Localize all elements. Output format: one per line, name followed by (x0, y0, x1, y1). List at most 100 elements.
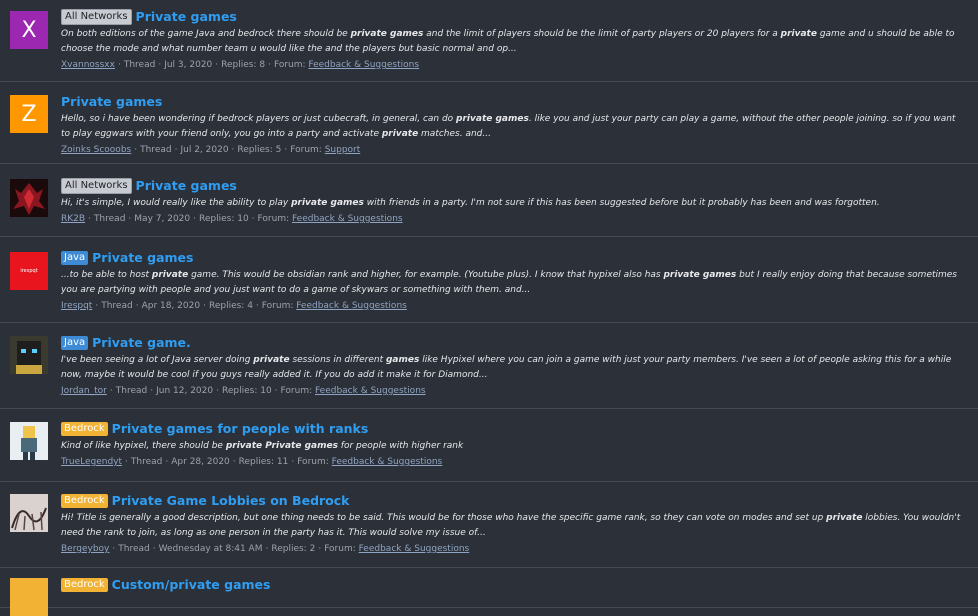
forum-prefix: Forum: (280, 386, 315, 396)
snippet-text: matches. and... (418, 129, 491, 139)
prefix-badge[interactable]: Bedrock (61, 494, 108, 508)
author-link[interactable]: TrueLegendyt (61, 457, 122, 467)
author-avatar[interactable]: Z (10, 95, 48, 133)
meta-separator: · (150, 386, 154, 396)
result-meta: Xvannossxx · Thread · Jul 3, 2020 · Replies: 8… (61, 58, 970, 72)
snippet-highlight: private games (291, 198, 364, 208)
thread-title-link[interactable]: Private games for people with ranks (112, 421, 369, 437)
snippet-highlight: private (826, 513, 863, 523)
author-avatar[interactable]: X (10, 11, 48, 49)
result-title-line: Java Private games (61, 250, 970, 266)
meta-separator: · (231, 145, 235, 155)
author-avatar[interactable]: irespqt (10, 252, 48, 290)
meta-separator: · (88, 214, 91, 224)
forum-prefix: Forum: (297, 457, 332, 467)
meta-separator: · (95, 301, 99, 311)
result-snippet: Kind of like hypixel, there should be pr… (61, 439, 966, 454)
forum-link[interactable]: Feedback & Suggestions (292, 214, 403, 224)
post-date: Jul 2, 2020 (180, 145, 229, 155)
thread-title-link[interactable]: Private games (92, 250, 193, 266)
meta-separator: · (268, 60, 271, 70)
search-result-item: Java Private game. I've been seeing a lot … (0, 323, 978, 409)
author-avatar[interactable] (10, 422, 48, 460)
prefix-badge[interactable]: Bedrock (61, 578, 108, 592)
meta-separator: · (158, 60, 162, 70)
author-link[interactable]: Bergeyboy (61, 544, 109, 554)
result-meta: RK2B · Thread · May 7, 2020 · Replies: 10 · Foru… (61, 212, 970, 226)
author-avatar[interactable] (10, 336, 48, 374)
content-type: Thread (93, 214, 126, 224)
author-link[interactable]: RK2B (61, 214, 85, 224)
author-avatar[interactable] (10, 494, 48, 532)
forum-link[interactable]: Feedback & Suggestions (332, 457, 443, 467)
post-date: May 7, 2020 (134, 214, 191, 224)
author-link[interactable]: Irespqt (61, 301, 92, 311)
meta-separator: · (274, 386, 278, 396)
result-meta: Bergeyboy · Thread · Wednesday at 8:41 AM · Re… (61, 542, 970, 556)
search-result-item: Bedrock Private Game Lobbies on Bedrock Hi… (0, 482, 978, 568)
snippet-text: Hello, so i have been wondering if bedro… (61, 114, 457, 124)
snippet-highlight: private games (350, 29, 424, 39)
thread-title-link[interactable]: Private Game Lobbies on Bedrock (112, 493, 350, 509)
snippet-text: Hi, it's simple, I would really like the… (61, 198, 292, 208)
snippet-text: and the limit of players should be the l… (423, 29, 781, 39)
meta-separator: · (135, 301, 139, 311)
thread-title-link[interactable]: Private games (61, 94, 162, 110)
snippet-text: Hi! Title is generally a good descriptio… (61, 513, 827, 523)
prefix-badge[interactable]: Java (61, 336, 89, 350)
search-result-item: Z Private games Hello, so i have been wond… (0, 82, 978, 164)
result-snippet: I've been seeing a lot of Java server do… (61, 353, 966, 383)
meta-separator: · (165, 457, 169, 467)
author-link[interactable]: Jordan_tor (61, 386, 107, 396)
result-snippet: On both editions of the game Java and be… (61, 27, 966, 57)
forum-prefix: Forum: (261, 301, 297, 311)
thread-title-link[interactable]: Private games (136, 178, 237, 194)
author-link[interactable]: Xvannossxx (61, 60, 115, 70)
search-result-item: irespqt Java Private games ...to be able to… (0, 237, 978, 323)
thread-title-link[interactable]: Private game. (92, 335, 191, 351)
snippet-highlight: private games (456, 114, 529, 124)
result-content: All Networks Private games On both edition… (61, 9, 970, 72)
author-avatar[interactable] (10, 578, 48, 616)
content-type: Thread (130, 457, 163, 467)
post-date: Jul 3, 2020 (164, 60, 213, 70)
search-result-item: All Networks Private games Hi, it's simple… (0, 164, 978, 237)
forum-link[interactable]: Support (325, 145, 361, 155)
meta-separator: · (193, 214, 196, 224)
forum-link[interactable]: Feedback & Suggestions (315, 386, 426, 396)
snippet-highlight: private Private games (225, 441, 338, 451)
result-content: Java Private game. I've been seeing a lot … (61, 335, 970, 398)
snippet-text: Kind of like hypixel, there should be (61, 441, 226, 451)
result-meta: Irespqt · Thread · Apr 18, 2020 · Replies: 4 · F… (61, 299, 970, 313)
prefix-badge[interactable]: All Networks (61, 178, 132, 194)
thread-title-link[interactable]: Custom/private games (112, 577, 271, 593)
forum-prefix: Forum: (257, 214, 292, 224)
post-date: Apr 28, 2020 (171, 457, 230, 467)
post-date: Jun 12, 2020 (156, 386, 214, 396)
forum-prefix: Forum: (290, 145, 325, 155)
author-avatar[interactable] (10, 179, 48, 217)
forum-link[interactable]: Feedback & Suggestions (308, 60, 419, 70)
result-title-line: Bedrock Custom/private games (61, 577, 970, 593)
forum-link[interactable]: Feedback & Suggestions (359, 544, 470, 554)
meta-separator: · (109, 386, 113, 396)
meta-separator: · (112, 544, 116, 554)
result-meta: Jordan_tor · Thread · Jun 12, 2020 · Replies: … (61, 384, 970, 398)
result-title-line: Bedrock Private games for people with ran… (61, 421, 970, 437)
prefix-badge[interactable]: All Networks (61, 9, 132, 25)
forum-link[interactable]: Feedback & Suggestions (296, 301, 407, 311)
post-date: Apr 18, 2020 (141, 301, 201, 311)
snippet-highlight: private (780, 29, 817, 39)
search-result-item: X All Networks Private games On both editio… (0, 0, 978, 82)
result-content: Bedrock Custom/private games (61, 577, 970, 593)
thread-title-link[interactable]: Private games (136, 9, 237, 25)
reply-count: Replies: 10 (222, 386, 272, 396)
author-link[interactable]: Zoinks Scooobs (61, 145, 131, 155)
prefix-badge[interactable]: Java (61, 251, 89, 265)
snippet-text: On both editions of the game Java and be… (61, 29, 351, 39)
prefix-badge[interactable]: Bedrock (61, 422, 108, 436)
reply-count: Replies: 10 (199, 214, 249, 224)
avatar-text: irespqt (20, 268, 38, 274)
result-title-line: All Networks Private games (61, 9, 970, 25)
meta-separator: · (251, 214, 255, 224)
